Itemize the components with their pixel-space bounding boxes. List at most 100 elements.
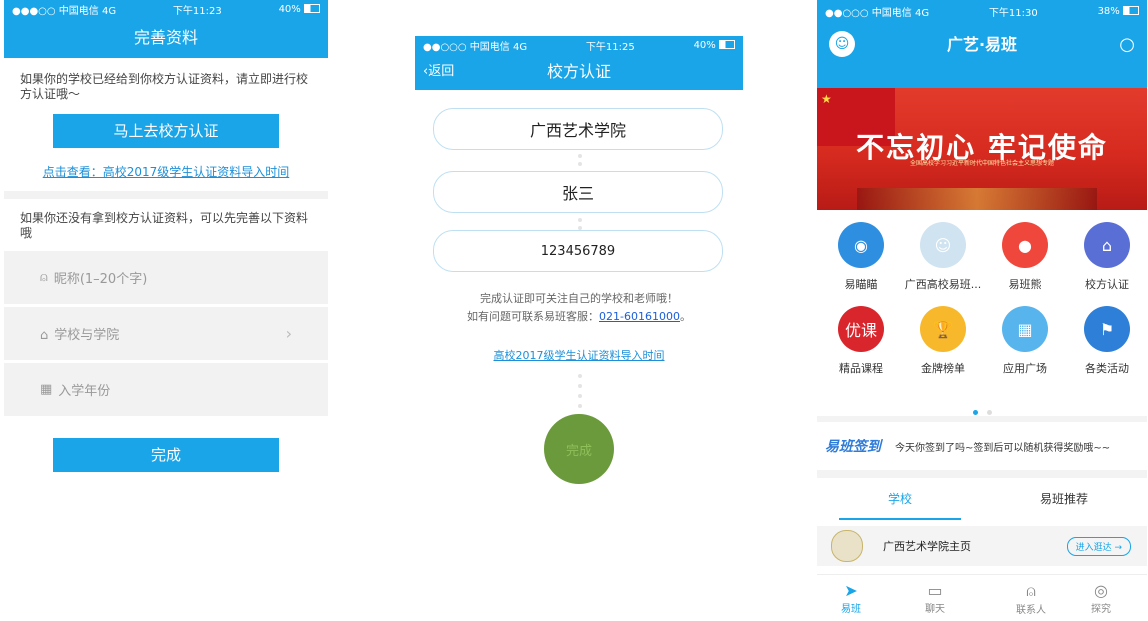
calendar-icon: ▦ <box>40 382 53 397</box>
timeline-dot <box>578 394 582 398</box>
clock: 下午11:23 <box>172 5 222 17</box>
school-name: 广西艺术学院主页 <box>883 540 971 553</box>
submit-button[interactable]: 完成 <box>544 414 614 484</box>
signin-text: 今天你签到了吗~签到后可以随机获得奖励哦~~ <box>895 442 1111 454</box>
service-phone-link[interactable]: 021-60161000 <box>599 310 680 323</box>
app-label: 金牌榜单 <box>921 362 965 375</box>
school-logo <box>831 530 863 562</box>
app-icon: 优课 <box>838 306 884 352</box>
intro-text: 如果你的学校已经给到你校方认证资料，请立即进行校方认证哦～ <box>20 72 309 101</box>
app-label: 易班熊 <box>1008 278 1042 291</box>
enrollment-year-field[interactable]: ▦ 入学年份 <box>4 363 328 416</box>
app-grid-item[interactable]: ⚑ 各类活动 <box>1067 306 1147 376</box>
bottom-tab-contacts[interactable]: ⍝ 联系人 <box>1001 581 1061 616</box>
header: ●●○○○ 中国电信 4G 下午11:25 40% ‹返回 校方认证 <box>415 36 743 90</box>
school-input[interactable]: 广西艺术学院 <box>433 108 723 150</box>
app-grid-item[interactable]: 优课 精品课程 <box>821 306 901 376</box>
timeline-dot <box>578 404 582 408</box>
banner-subline: 全国高校学习习近平新时代中国特色社会主义思想专题 <box>909 160 1054 167</box>
signin-logo: 易班签到 <box>825 439 881 455</box>
timeline-dot <box>578 374 582 378</box>
carrier: ●●○○○ 中国电信 4G <box>825 7 930 19</box>
divider <box>817 416 1147 422</box>
app-icon: ⚑ <box>1084 306 1130 352</box>
navbar: ‹返回 校方认证 <box>415 54 743 90</box>
divider <box>4 191 328 199</box>
app-icon: ▦ <box>1002 306 1048 352</box>
bottom-tab-bar: ➤ 易班 ▭ 聊天 ⍝ 联系人 ◎ 探究 <box>817 574 1147 621</box>
battery: 40% <box>279 4 320 15</box>
import-time-link[interactable]: 高校2017级学生认证资料导入时间 <box>494 349 665 362</box>
header: ●●●○○ 中国电信 4G 下午11:23 40% 完善资料 <box>4 0 328 58</box>
school-row[interactable]: 广西艺术学院主页 进入逛达 → <box>817 526 1147 566</box>
bottom-tab-explore[interactable]: ◎ 探究 <box>1071 581 1131 615</box>
app-title: 广艺·易班 <box>946 35 1018 54</box>
school-auth-button[interactable]: 马上去校方认证 <box>53 114 279 148</box>
page-dot <box>987 410 993 415</box>
complete-profile-screen: ●●●○○ 中国电信 4G 下午11:23 40% 完善资料 如果你的学校已经给… <box>4 0 328 480</box>
import-time-link-wrap: 点击查看：高校2017级学生认证资料导入时间 <box>4 161 328 180</box>
school-auth-screen: ●●○○○ 中国电信 4G 下午11:25 40% ‹返回 校方认证 广西艺术学… <box>415 36 743 496</box>
battery-icon <box>1122 6 1139 15</box>
import-time-link-wrap: 高校2017级学生认证资料导入时间 <box>415 344 743 363</box>
import-time-link[interactable]: 点击查看：高校2017级学生认证资料导入时间 <box>43 165 290 179</box>
page-title: 校方认证 <box>546 62 611 81</box>
status-bar: ●●●○○ 中国电信 4G 下午11:23 40% <box>4 0 328 18</box>
divider <box>817 470 1147 478</box>
done-button[interactable]: 完成 <box>53 438 279 472</box>
app-grid-item[interactable]: ● 易班熊 <box>985 222 1065 292</box>
timeline-dot <box>578 154 582 158</box>
app-label: 精品课程 <box>839 362 883 375</box>
signin-bar[interactable]: 易班签到 今天你签到了吗~签到后可以随机获得奖励哦~~ <box>817 424 1147 468</box>
navbar: ☺ 广艺·易班 ○ <box>817 22 1147 68</box>
battery: 38% <box>1098 6 1139 17</box>
tab-school[interactable]: 学校 <box>839 480 961 520</box>
contacts-icon: ⍝ <box>1026 581 1036 600</box>
bottom-tab-yiban[interactable]: ➤ 易班 <box>821 581 881 615</box>
enter-button[interactable]: 进入逛达 → <box>1066 536 1131 556</box>
carrier: ●●○○○ 中国电信 4G <box>423 41 528 53</box>
app-grid-item[interactable]: ⌂ 校方认证 <box>1067 222 1147 292</box>
app-label: 易瞄瞄 <box>844 278 878 291</box>
status-bar: ●●○○○ 中国电信 4G 下午11:25 40% <box>415 36 743 54</box>
header: ●●○○○ 中国电信 4G 下午11:30 38% ☺ 广艺·易班 ○ <box>817 0 1147 88</box>
year-placeholder: 入学年份 <box>58 384 111 399</box>
app-label: 各类活动 <box>1085 362 1129 375</box>
app-grid-item[interactable]: ☺ 广西高校易班... <box>903 222 983 292</box>
school-icon: ⌂ <box>40 328 49 343</box>
page-title: 完善资料 <box>133 28 198 47</box>
avatar[interactable]: ☺ <box>829 31 855 57</box>
back-button[interactable]: ‹返回 <box>423 54 454 90</box>
page-dot-active <box>973 410 978 415</box>
search-icon[interactable]: ○ <box>1119 22 1135 68</box>
app-grid-item[interactable]: ◉ 易瞄瞄 <box>821 222 901 292</box>
timeline-dot <box>578 384 582 388</box>
note-line-2: 如有问题可联系易班客服：021-60161000。 <box>467 310 691 323</box>
app-icon: ● <box>1002 222 1048 268</box>
battery-icon <box>718 40 735 49</box>
bottom-tab-chat[interactable]: ▭ 聊天 <box>905 581 965 615</box>
school-field[interactable]: ⌂ 学校与学院 › <box>4 307 328 360</box>
banner[interactable]: ★ 不忘初心 牢记使命 全国高校学习习近平新时代中国特色社会主义思想专题 <box>817 88 1147 210</box>
nickname-field[interactable]: ⍝ 昵称(1–20个字) <box>4 251 328 304</box>
intro2-text: 如果你还没有拿到校方认证资料，可以先完善以下资料哦 <box>20 211 309 240</box>
timeline-dot <box>578 218 582 222</box>
app-icon: ☺ <box>920 222 966 268</box>
app-grid: ◉ 易瞄瞄 ☺ 广西高校易班... ● 易班熊 ⌂ 校方认证 优课 精品课程 🏆 金牌榜单 ▦ 应用广场 ⚑… <box>817 222 1147 392</box>
compass-icon: ◎ <box>1094 581 1108 600</box>
app-icon: ◉ <box>838 222 884 268</box>
tab-recommend[interactable]: 易班推荐 <box>1003 480 1125 518</box>
timeline-dot <box>578 162 582 166</box>
app-label: 应用广场 <box>1003 362 1047 375</box>
chat-icon: ▭ <box>927 581 943 600</box>
name-input[interactable]: 张三 <box>433 171 723 213</box>
app-grid-item[interactable]: 🏆 金牌榜单 <box>903 306 983 376</box>
student-id-input[interactable]: 123456789 <box>433 230 723 272</box>
battery: 40% <box>694 40 735 51</box>
carrier: ●●●○○ 中国电信 4G <box>12 5 117 17</box>
yiban-home-screen: ●●○○○ 中国电信 4G 下午11:30 38% ☺ 广艺·易班 ○ ★ 不忘… <box>817 0 1147 621</box>
user-icon: ⍝ <box>40 270 48 285</box>
app-grid-item[interactable]: ▦ 应用广场 <box>985 306 1065 376</box>
app-label: 校方认证 <box>1085 278 1129 291</box>
clock: 下午11:25 <box>585 41 635 53</box>
